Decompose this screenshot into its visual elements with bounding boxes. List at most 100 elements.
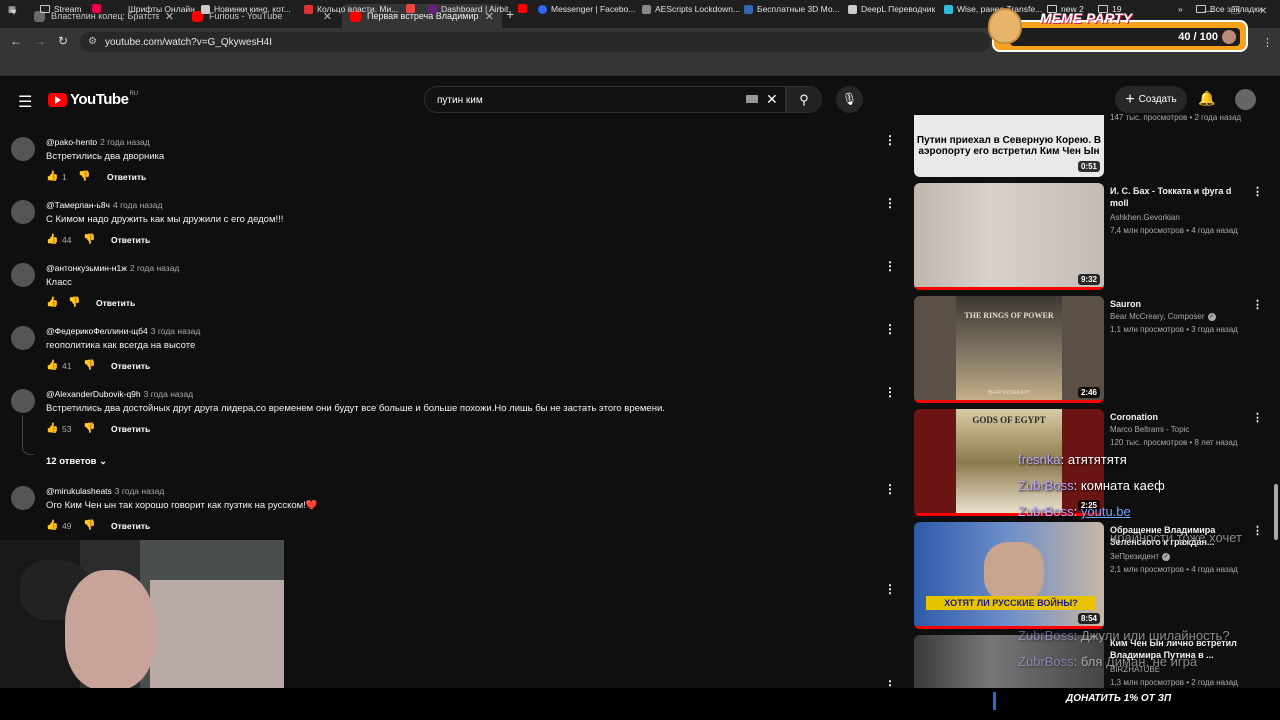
channel-name[interactable]: ЗеПрезидент ✓ bbox=[1110, 552, 1171, 561]
back-icon[interactable]: ← bbox=[10, 34, 22, 48]
chat-text: ирайности тоже хочет bbox=[1110, 530, 1242, 545]
more-options-icon[interactable]: ⋮ bbox=[884, 582, 896, 596]
search-input[interactable]: путин ким bbox=[424, 86, 786, 113]
bookmark-youtube[interactable] bbox=[518, 4, 531, 13]
video-thumbnail[interactable]: Путин приехал в Северную Корею. В аэропо… bbox=[914, 115, 1104, 177]
like-icon[interactable]: 👍 bbox=[46, 234, 58, 245]
more-options-icon[interactable]: ⋮ bbox=[884, 385, 896, 399]
author-handle[interactable]: @ФедерикоФеллини-щб4 bbox=[46, 326, 148, 336]
hamburger-menu-icon[interactable]: ☰ bbox=[18, 92, 32, 112]
reply-button[interactable]: Ответить bbox=[107, 172, 146, 182]
forward-icon[interactable]: → bbox=[34, 34, 46, 48]
bookmark-fonts[interactable] bbox=[92, 4, 105, 13]
video-title[interactable]: Sauron bbox=[1110, 298, 1240, 310]
avatar[interactable] bbox=[11, 263, 35, 287]
bookmark-kino[interactable]: Новинки кино, кот... bbox=[201, 4, 291, 14]
dislike-icon[interactable]: 👎 bbox=[83, 520, 95, 531]
related-video[interactable]: Путин приехал в Северную Корею. В аэропо… bbox=[914, 113, 1264, 177]
related-video[interactable]: THE RINGS OF POWER BEAR McCREARY 2:46 Sa… bbox=[914, 296, 1264, 403]
dislike-icon[interactable]: 👎 bbox=[83, 423, 95, 434]
avatar[interactable] bbox=[11, 137, 35, 161]
like-icon[interactable]: 👍 bbox=[46, 297, 58, 308]
bookmark-airbit[interactable]: Dashboard | Airbit bbox=[428, 4, 508, 14]
reply-button[interactable]: Ответить bbox=[111, 361, 150, 371]
channel-name[interactable]: Bear McCreary, Composer ✓ bbox=[1110, 312, 1216, 321]
dislike-icon[interactable]: 👎 bbox=[83, 360, 95, 371]
chat-username: ZubrBoss bbox=[1018, 628, 1074, 643]
more-options-icon[interactable]: ⋮ bbox=[884, 133, 896, 147]
reply-button[interactable]: Ответить bbox=[111, 521, 150, 531]
video-thumbnail[interactable]: ХОТЯТ ЛИ РУССКИЕ ВОЙНЫ? 8:54 bbox=[914, 522, 1104, 629]
bookmark-fonts-label[interactable]: Шрифты Онлайн bbox=[128, 4, 195, 14]
browser-menu-icon[interactable]: ⋮ bbox=[1262, 36, 1273, 49]
bookmark-label: AEScripts Lockdown... bbox=[655, 4, 741, 14]
channel-name[interactable]: Ashkhen.Gevorkian bbox=[1110, 213, 1180, 222]
avatar[interactable] bbox=[11, 486, 35, 510]
keyboard-icon[interactable] bbox=[746, 95, 758, 103]
chat-link[interactable]: youtu.be bbox=[1081, 504, 1131, 519]
bookmark-aescripts[interactable]: AEScripts Lockdown... bbox=[642, 4, 740, 14]
video-thumbnail[interactable]: 9:32 bbox=[914, 183, 1104, 290]
related-video[interactable]: 9:32 И. С. Бах - Токката и фуга d moll A… bbox=[914, 183, 1264, 290]
comment-author[interactable]: @AlexanderDubovik-q9h 3 года назад bbox=[46, 389, 193, 399]
avatar[interactable] bbox=[11, 326, 35, 350]
scrollbar-thumb[interactable] bbox=[1274, 484, 1278, 540]
more-options-icon[interactable]: ⋮ bbox=[1252, 411, 1263, 424]
dislike-icon[interactable]: 👎 bbox=[83, 234, 95, 245]
comment-author[interactable]: @pako-hento 2 года назад bbox=[46, 137, 150, 147]
bookmark-stream[interactable]: Stream bbox=[40, 4, 81, 14]
more-options-icon[interactable]: ⋮ bbox=[884, 482, 896, 496]
channel-name[interactable]: Marco Beltrami - Topic bbox=[1110, 425, 1189, 434]
comment-author[interactable]: @Тамерлан-ь8ч 4 года назад bbox=[46, 200, 163, 210]
reply-button[interactable]: Ответить bbox=[111, 424, 150, 434]
clear-search-icon[interactable]: ✕ bbox=[766, 91, 778, 108]
more-options-icon[interactable]: ⋮ bbox=[1252, 185, 1263, 198]
bookmarks-bar bbox=[0, 56, 1280, 76]
dislike-icon[interactable]: 👎 bbox=[68, 297, 80, 308]
bookmark-deepl[interactable]: DeepL Переводчик bbox=[848, 4, 935, 14]
create-button[interactable]: + Создать bbox=[1115, 86, 1187, 113]
search-button[interactable]: ⚲ bbox=[786, 86, 822, 113]
author-handle[interactable]: @Тамерлан-ь8ч bbox=[46, 200, 110, 210]
video-title[interactable]: Coronation bbox=[1110, 411, 1240, 423]
like-icon[interactable]: 👍 bbox=[46, 171, 58, 182]
video-thumbnail[interactable]: THE RINGS OF POWER BEAR McCREARY 2:46 bbox=[914, 296, 1104, 403]
like-icon[interactable]: 👍 bbox=[46, 520, 58, 531]
show-replies-button[interactable]: 12 ответов ⌄ bbox=[46, 456, 107, 467]
avatar[interactable] bbox=[11, 389, 35, 413]
dislike-icon[interactable]: 👎 bbox=[78, 171, 90, 182]
author-handle[interactable]: @AlexanderDubovik-q9h bbox=[46, 389, 141, 399]
bookmark-messenger[interactable]: Messenger | Facebo... bbox=[538, 4, 635, 14]
comment-author[interactable]: @ФедерикоФеллини-щб4 3 года назад bbox=[46, 326, 200, 336]
video-title[interactable]: И. С. Бах - Токката и фуга d moll bbox=[1110, 185, 1240, 209]
more-options-icon[interactable]: ⋮ bbox=[1252, 524, 1263, 537]
youtube-logo[interactable]: YouTube RU bbox=[48, 91, 138, 108]
bookmark-rings[interactable]: Кольцо власти. Ми... bbox=[304, 4, 398, 14]
bookmark-gmail[interactable] bbox=[406, 4, 419, 13]
reload-icon[interactable]: ↻ bbox=[58, 34, 68, 48]
author-handle[interactable]: @антонкузьмин-н1ж bbox=[46, 263, 127, 273]
url-input[interactable]: ⚙ youtube.com/watch?v=G_QkywesH4I bbox=[80, 32, 990, 52]
avatar[interactable] bbox=[11, 200, 35, 224]
more-options-icon[interactable]: ⋮ bbox=[884, 196, 896, 210]
all-bookmarks-button[interactable]: Все закладки bbox=[1196, 4, 1263, 14]
reply-button[interactable]: Ответить bbox=[96, 298, 135, 308]
comment-author[interactable]: @mirukulasheats 3 года назад bbox=[46, 486, 164, 496]
author-handle[interactable]: @pako-hento bbox=[46, 137, 97, 147]
like-icon[interactable]: 👍 bbox=[46, 423, 58, 434]
comment-author[interactable]: @антонкузьмин-н1ж 2 года назад bbox=[46, 263, 179, 273]
reply-button[interactable]: Ответить bbox=[111, 235, 150, 245]
voice-search-button[interactable]: 🎙 bbox=[836, 86, 863, 113]
notifications-bell-icon[interactable]: 🔔 bbox=[1198, 90, 1215, 107]
like-icon[interactable]: 👍 bbox=[46, 360, 58, 371]
apps-icon[interactable]: ▦ bbox=[8, 4, 16, 15]
more-options-icon[interactable]: ⋮ bbox=[884, 322, 896, 336]
more-options-icon[interactable]: ⋮ bbox=[1252, 298, 1263, 311]
create-label: Создать bbox=[1138, 94, 1177, 105]
site-info-icon[interactable]: ⚙ bbox=[88, 36, 97, 47]
account-avatar[interactable] bbox=[1235, 89, 1256, 110]
author-handle[interactable]: @mirukulasheats bbox=[46, 486, 112, 496]
bookmarks-more-button[interactable]: » bbox=[1178, 4, 1183, 14]
bookmark-3d[interactable]: Бесплатные 3D Мо... bbox=[744, 4, 840, 14]
more-options-icon[interactable]: ⋮ bbox=[884, 259, 896, 273]
